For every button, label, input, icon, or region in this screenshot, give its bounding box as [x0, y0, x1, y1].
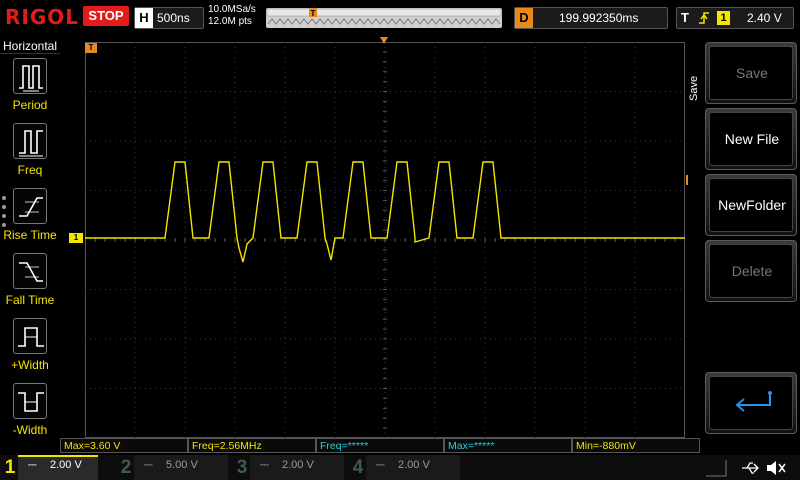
- rise-time-icon: [13, 188, 47, 224]
- channel-1-scale: 2.00 V: [50, 459, 82, 471]
- channel-3-number: 3: [236, 457, 248, 478]
- frequency-icon: [13, 123, 47, 159]
- menu-title: Save: [688, 75, 700, 101]
- measure-negative-width-label: -Width: [12, 423, 48, 437]
- measure-rise-time-label: Rise Time: [3, 228, 57, 242]
- new-folder-label: NewFolder: [718, 197, 786, 213]
- usb-icon: [742, 462, 759, 474]
- memory-position-strip[interactable]: T: [266, 8, 502, 28]
- save-label: Save: [736, 65, 768, 81]
- acquisition-info: 10.0MSa/s 12.0M pts: [208, 4, 256, 28]
- horizontal-delay[interactable]: D 199.992350ms: [514, 7, 668, 29]
- horizontal-measure-panel: Horizontal Period Freq Rise Time Fall Ti…: [0, 38, 60, 438]
- measurement-frequency[interactable]: Freq=2.56MHz: [188, 438, 316, 453]
- channel-2-scale: 5.00 V: [166, 459, 198, 471]
- channel-1-tab[interactable]: 1 ⎓ 2.00 V: [0, 455, 110, 480]
- measurement-bar: Max=3.60 V Freq=2.56MHz Freq=***** Max=*…: [60, 438, 700, 454]
- svg-text:T: T: [311, 9, 316, 18]
- trigger-position-marker[interactable]: T: [85, 43, 97, 53]
- trigger-level: 2.40 V: [747, 11, 782, 25]
- horizontal-timebase[interactable]: H 500ns: [134, 7, 204, 29]
- measure-period[interactable]: Period: [0, 56, 60, 120]
- fall-time-icon: [13, 253, 47, 289]
- channel-1-ground-marker[interactable]: 1: [69, 233, 83, 243]
- trigger-source-badge: 1: [717, 11, 730, 25]
- channel-1-trace: [85, 161, 685, 263]
- new-file-label: New File: [724, 131, 780, 147]
- delete-label: Delete: [731, 263, 773, 279]
- trigger-letter: T: [681, 10, 689, 25]
- negative-width-icon: [13, 383, 47, 419]
- dc-coupling-icon: ⎓: [28, 459, 37, 471]
- run-stop-status[interactable]: STOP: [83, 6, 129, 26]
- channel-status-bar: 1 ⎓ 2.00 V 2 ⎓ 5.00 V 3 ⎓ 2.00 V 4 ⎓ 2.0…: [0, 455, 800, 480]
- new-folder-button[interactable]: NewFolder: [705, 174, 797, 236]
- sample-rate: 10.0MSa/s: [208, 4, 256, 15]
- channel-4-tab[interactable]: 4 ⎓ 2.00 V: [348, 455, 464, 480]
- delay-value: 199.992350ms: [559, 11, 639, 25]
- channel-2-tab[interactable]: 2 ⎓ 5.00 V: [116, 455, 232, 480]
- measurement-max-ch2[interactable]: Max=*****: [444, 438, 572, 453]
- channel-4-scale: 2.00 V: [398, 459, 430, 471]
- channel-2-number: 2: [120, 457, 132, 478]
- return-button[interactable]: [705, 372, 797, 434]
- measure-period-label: Period: [12, 98, 48, 112]
- measure-rise-time[interactable]: Rise Time: [0, 186, 60, 250]
- save-menu: Save Save New File NewFolder Delete: [688, 38, 800, 438]
- delay-letter: D: [515, 8, 533, 28]
- horizontal-letter: H: [135, 8, 153, 28]
- dc-coupling-icon: ⎓: [260, 459, 269, 471]
- speaker-muted-icon[interactable]: [764, 458, 788, 478]
- measure-frequency-label: Freq: [17, 163, 43, 177]
- channel-3-scale: 2.00 V: [282, 459, 314, 471]
- save-button[interactable]: Save: [705, 42, 797, 104]
- dc-coupling-icon: ⎓: [144, 459, 153, 471]
- horizontal-center-marker: [380, 37, 388, 45]
- dc-coupling-icon: ⎓: [376, 459, 385, 471]
- measure-fall-time-label: Fall Time: [5, 293, 55, 307]
- rising-edge-icon: [699, 12, 709, 24]
- channel-3-tab[interactable]: 3 ⎓ 2.00 V: [232, 455, 348, 480]
- timebase-value: 500ns: [157, 11, 190, 25]
- measurement-max[interactable]: Max=3.60 V: [60, 438, 188, 453]
- panel-title: Horizontal: [0, 38, 60, 54]
- measure-positive-width[interactable]: +Width: [0, 316, 60, 380]
- period-icon: [13, 58, 47, 94]
- measurement-frequency-ch2[interactable]: Freq=*****: [316, 438, 444, 453]
- top-status-bar: RIGOL STOP H 500ns 10.0MSa/s 12.0M pts T…: [0, 0, 800, 36]
- memory-waveform-thumbnail: T: [266, 8, 502, 25]
- channel-1-number: 1: [4, 457, 16, 478]
- new-file-button[interactable]: New File: [705, 108, 797, 170]
- return-icon: [735, 391, 772, 412]
- brand-logo: RIGOL: [5, 5, 80, 29]
- measure-frequency[interactable]: Freq: [0, 121, 60, 185]
- positive-width-icon: [13, 318, 47, 354]
- measure-negative-width[interactable]: -Width: [0, 381, 60, 445]
- memory-depth: 12.0M pts: [208, 16, 252, 27]
- channel-4-number: 4: [352, 457, 364, 478]
- measurement-min[interactable]: Min=-880mV: [572, 438, 700, 453]
- waveform-display[interactable]: [85, 42, 685, 438]
- delete-button[interactable]: Delete: [705, 240, 797, 302]
- measure-positive-width-label: +Width: [11, 358, 49, 372]
- trigger-status[interactable]: T 1 2.40 V: [676, 7, 794, 29]
- menu-corner-icon: [706, 460, 727, 477]
- measure-fall-time[interactable]: Fall Time: [0, 251, 60, 315]
